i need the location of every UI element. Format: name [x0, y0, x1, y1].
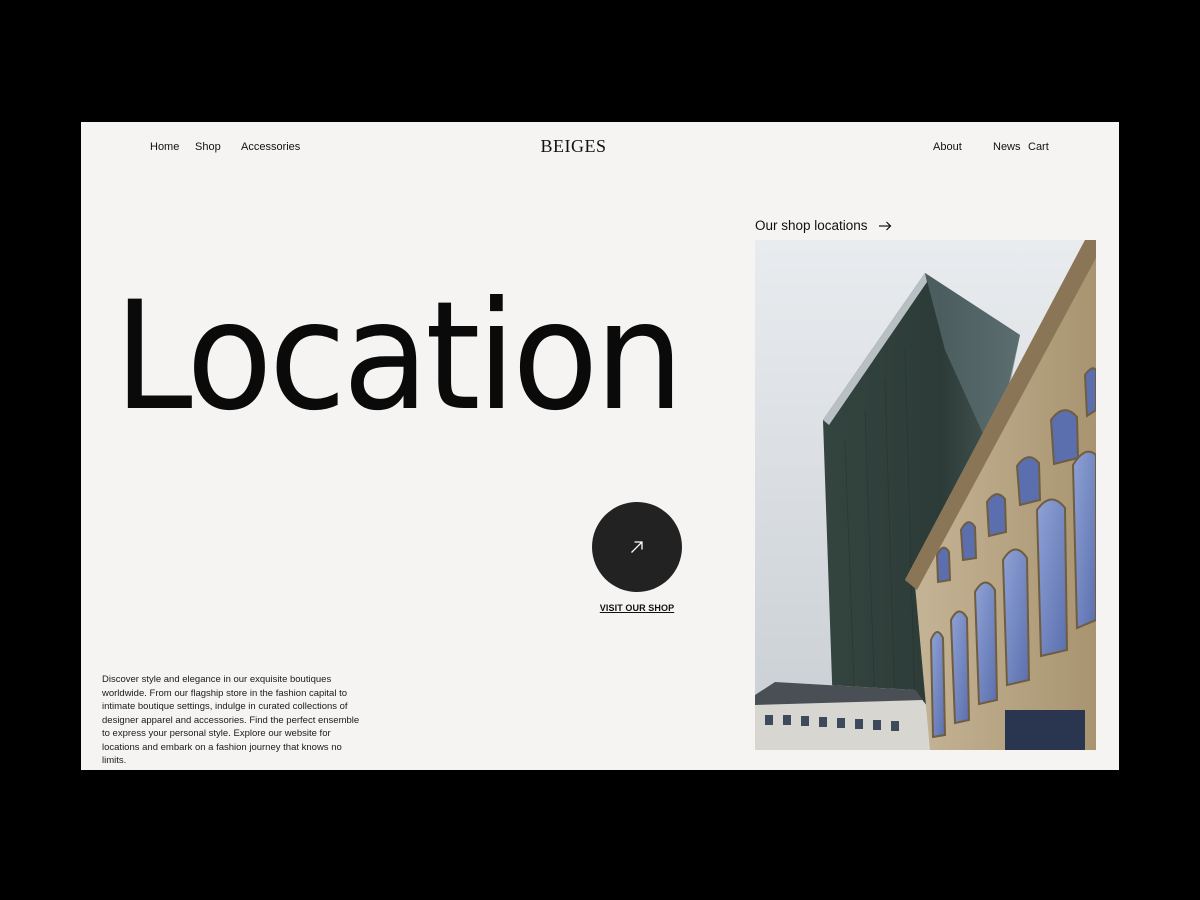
description-text: Discover style and elegance in our exqui… — [102, 674, 360, 766]
visit-shop-link[interactable]: VISIT OUR SHOP — [581, 603, 693, 613]
nav-news-link[interactable]: News — [993, 140, 1021, 154]
brand-logo[interactable]: BEIGES — [81, 135, 1066, 157]
hero-title: Location — [114, 270, 684, 444]
nav-cart-link[interactable]: Cart — [1028, 140, 1049, 154]
nav-about-link[interactable]: About — [933, 140, 962, 154]
arrow-up-right-icon — [631, 541, 643, 553]
arrow-right-icon — [878, 221, 891, 230]
visit-shop-button[interactable] — [592, 502, 682, 592]
shop-location-photo — [755, 240, 1096, 750]
shop-locations-label: Our shop locations — [755, 218, 868, 233]
building-illustration — [755, 240, 1096, 750]
shop-locations-link[interactable]: Our shop locations — [755, 218, 892, 233]
page-panel: Home Shop Accessories BEIGES About News … — [81, 122, 1119, 770]
